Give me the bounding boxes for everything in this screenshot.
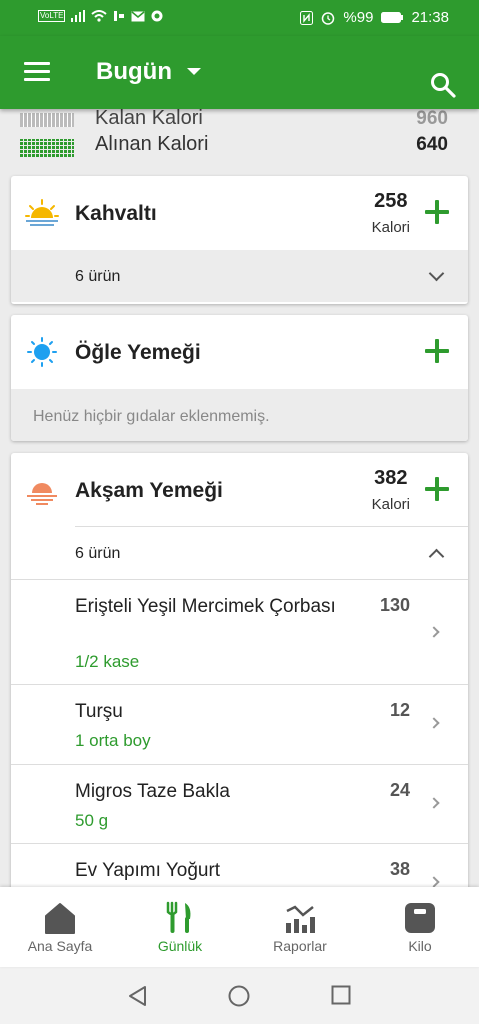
- chart-icon: [286, 905, 315, 933]
- food-calories: 12: [389, 700, 410, 720]
- food-quantity: 1/2 kase: [75, 652, 140, 671]
- food-item[interactable]: Migros Taze Bakla 50 g 24: [11, 765, 468, 844]
- system-navigation-bar: [0, 967, 479, 1024]
- nav-reports[interactable]: Raporlar: [240, 887, 360, 967]
- chevron-right-icon: [428, 717, 440, 729]
- status-bar: VoLTE %99 21:38: [0, 0, 479, 36]
- food-quantity: 1 orta boy: [75, 731, 151, 750]
- consumed-value: 640: [416, 134, 448, 155]
- signal-icon: [71, 10, 86, 22]
- nav-home[interactable]: Ana Sayfa: [0, 887, 120, 967]
- food-item[interactable]: Turşu 1 orta boy 12: [11, 685, 468, 765]
- add-breakfast-button[interactable]: [425, 200, 449, 224]
- nav-reports-label: Raporlar: [273, 938, 327, 954]
- sunrise-icon: [25, 199, 59, 226]
- search-icon[interactable]: [430, 72, 456, 98]
- dinner-calorie-value: 382: [374, 467, 408, 489]
- remaining-grid-icon: [20, 113, 74, 127]
- breakfast-item-count: 6 ürün: [75, 268, 121, 285]
- recent-apps-icon[interactable]: [331, 985, 351, 1005]
- menu-icon[interactable]: [24, 62, 50, 82]
- app-bar: Bugün: [0, 36, 479, 109]
- chevron-right-icon: [428, 797, 440, 809]
- chevron-up-icon[interactable]: [428, 548, 445, 565]
- sunset-icon: [27, 483, 57, 505]
- add-dinner-button[interactable]: [425, 477, 449, 501]
- nav-weight[interactable]: Kilo: [360, 887, 479, 967]
- remaining-value: 960: [416, 108, 448, 129]
- breakfast-items-toggle[interactable]: 6 ürün: [11, 250, 468, 302]
- lunch-card: Öğle Yemeği Henüz hiçbir gıdalar eklenme…: [11, 315, 468, 441]
- caret-down-icon[interactable]: [187, 68, 201, 75]
- bottom-navigation: Ana Sayfa Günlük Raporlar Kilo: [0, 887, 479, 967]
- battery-percent: %99: [343, 9, 374, 26]
- notification-icon: [114, 11, 125, 21]
- add-lunch-button[interactable]: [425, 339, 449, 363]
- wifi-icon: [91, 10, 108, 22]
- breakfast-header[interactable]: Kahvaltı 258 Kalori: [11, 176, 468, 250]
- alarm-icon: [322, 11, 335, 25]
- food-item[interactable]: Erişteli Yeşil Mercimek Çorbası 1/2 kase…: [11, 580, 468, 685]
- breakfast-calorie-value: 258: [374, 190, 408, 212]
- nav-diary[interactable]: Günlük: [120, 887, 240, 967]
- nfc-icon: [300, 10, 314, 25]
- chevron-right-icon: [428, 876, 440, 888]
- breakfast-calorie-unit: Kalori: [371, 219, 410, 236]
- dinner-calorie-unit: Kalori: [371, 496, 410, 513]
- food-item[interactable]: Ev Yapımı Yoğurt 38: [11, 844, 468, 893]
- scale-icon: [405, 903, 435, 933]
- mail-icon: [131, 10, 145, 21]
- food-calories: 38: [389, 859, 410, 879]
- nav-diary-label: Günlük: [157, 938, 203, 954]
- sun-icon: [27, 337, 57, 367]
- clock: 21:38: [411, 9, 449, 26]
- food-calories: 130: [379, 595, 410, 615]
- nav-weight-label: Kilo: [408, 938, 432, 954]
- home-icon: [45, 903, 75, 934]
- nav-home-label: Ana Sayfa: [27, 938, 93, 954]
- food-calories: 24: [389, 780, 410, 800]
- consumed-grid-icon: [20, 139, 74, 157]
- status-icons-right: %99 21:38: [300, 9, 449, 26]
- dinner-items-toggle[interactable]: 6 ürün: [11, 527, 468, 580]
- lunch-empty-text: Henüz hiçbir gıdalar eklenmemiş.: [33, 408, 270, 425]
- dinner-header[interactable]: Akşam Yemeği 382 Kalori: [11, 453, 468, 527]
- dinner-title: Akşam Yemeği: [75, 479, 223, 502]
- date-title[interactable]: Bugün: [96, 58, 172, 86]
- food-name: Turşu: [75, 701, 123, 722]
- food-name: Migros Taze Bakla: [75, 781, 230, 802]
- dinner-item-count: 6 ürün: [75, 545, 121, 562]
- app-notification-icon: [151, 10, 163, 22]
- lunch-header[interactable]: Öğle Yemeği: [11, 315, 468, 389]
- breakfast-calories: 258 Kalori: [372, 190, 410, 236]
- dinner-calories: 382 Kalori: [372, 467, 410, 513]
- home-circle-icon[interactable]: [228, 985, 250, 1007]
- back-icon[interactable]: [127, 985, 147, 1007]
- remaining-label: Kalan Kalori: [95, 107, 203, 129]
- breakfast-title: Kahvaltı: [75, 202, 157, 225]
- status-icons-left: VoLTE: [38, 10, 163, 22]
- volte-icon: VoLTE: [38, 10, 66, 22]
- dinner-card: Akşam Yemeği 382 Kalori 6 ürün Erişteli …: [11, 453, 468, 893]
- consumed-label: Alınan Kalori: [95, 133, 209, 155]
- food-quantity: 50 g: [75, 811, 109, 830]
- calorie-summary: Kalan Kalori 960 Alınan Kalori 640: [0, 107, 479, 169]
- battery-icon: [381, 12, 404, 23]
- chevron-right-icon: [428, 626, 440, 638]
- lunch-empty-row: Henüz hiçbir gıdalar eklenmemiş.: [11, 389, 468, 441]
- fork-knife-icon: [166, 901, 191, 933]
- chevron-down-icon[interactable]: [428, 265, 445, 282]
- food-name: Erişteli Yeşil Mercimek Çorbası: [75, 596, 336, 617]
- lunch-title: Öğle Yemeği: [75, 341, 201, 364]
- food-name: Ev Yapımı Yoğurt: [75, 860, 221, 881]
- breakfast-card: Kahvaltı 258 Kalori 6 ürün: [11, 176, 468, 304]
